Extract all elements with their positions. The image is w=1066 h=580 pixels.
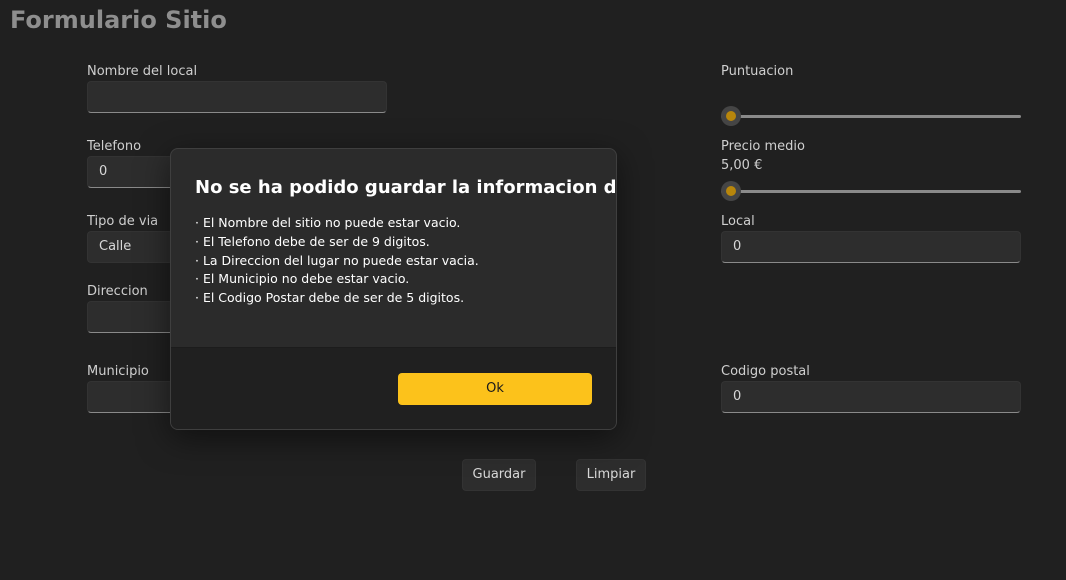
form-page: Formulario Sitio Nombre del local Telefo…: [0, 0, 1066, 580]
error-item: · La Direccion del lugar no puede estar …: [195, 252, 479, 268]
error-item: · El Municipio no debe estar vacio.: [195, 271, 410, 287]
slider-thumb[interactable]: [721, 106, 741, 126]
telefono-label: Telefono: [87, 139, 142, 154]
codigo-postal-label: Codigo postal: [721, 364, 810, 379]
direccion-label: Direccion: [87, 284, 148, 299]
error-item: · El Telefono debe de ser de 9 digitos.: [195, 233, 430, 249]
precio-medio-value: 5,00 €: [721, 158, 763, 173]
clear-button[interactable]: Limpiar: [576, 459, 646, 491]
dialog-title: No se ha podido guardar la informacion d…: [195, 177, 617, 198]
page-title: Formulario Sitio: [10, 6, 227, 34]
nombre-label: Nombre del local: [87, 64, 198, 79]
puntuacion-label: Puntuacion: [721, 64, 794, 79]
save-button[interactable]: Guardar: [462, 459, 536, 491]
local-label: Local: [721, 214, 755, 229]
slider-track: [721, 190, 1021, 193]
ok-button[interactable]: Ok: [398, 373, 592, 405]
dialog-footer: Ok: [171, 347, 616, 429]
precio-medio-label: Precio medio: [721, 139, 805, 154]
nombre-input[interactable]: [87, 81, 387, 113]
puntuacion-slider[interactable]: [721, 106, 1021, 126]
tipo-via-label: Tipo de via: [87, 214, 159, 229]
dialog-error-list: · El Nombre del sitio no puede estar vac…: [195, 214, 595, 308]
slider-thumb[interactable]: [721, 181, 741, 201]
municipio-label: Municipio: [87, 364, 149, 379]
error-item: · El Nombre del sitio no puede estar vac…: [195, 215, 461, 230]
error-item: · El Codigo Postar debe de ser de 5 digi…: [195, 290, 465, 306]
slider-track: [721, 115, 1021, 118]
codigo-postal-input[interactable]: 0: [721, 381, 1021, 413]
local-input[interactable]: 0: [721, 231, 1021, 263]
precio-medio-slider[interactable]: [721, 181, 1021, 201]
error-dialog: No se ha podido guardar la informacion d…: [170, 148, 617, 430]
